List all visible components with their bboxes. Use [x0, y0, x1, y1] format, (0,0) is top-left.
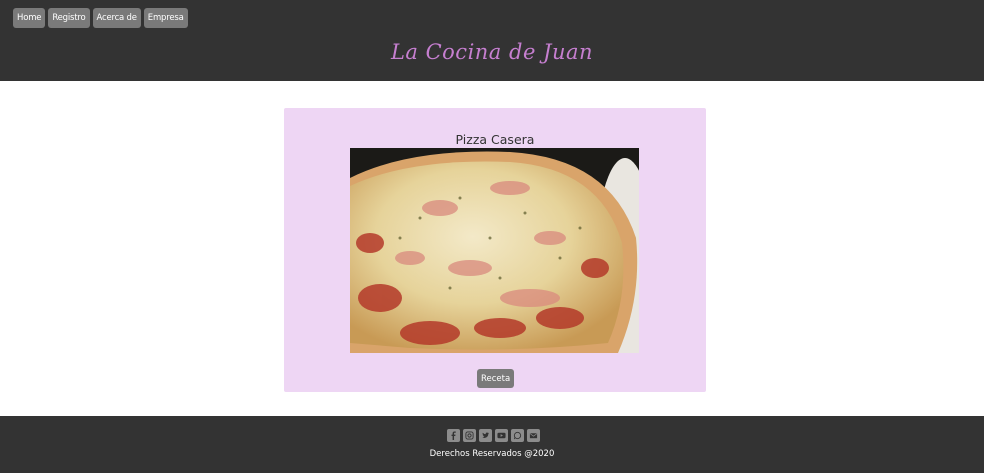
youtube-icon[interactable]	[495, 429, 508, 442]
facebook-icon[interactable]	[447, 429, 460, 442]
pizza-illustration	[350, 148, 639, 353]
nav-registro-button[interactable]: Registro	[48, 8, 90, 28]
social-links	[447, 429, 540, 442]
nav-empresa-button[interactable]: Empresa	[143, 8, 188, 28]
pizza-photo	[350, 148, 639, 353]
copyright-text: Derechos Reservados @2020	[429, 449, 555, 459]
email-icon[interactable]	[527, 429, 540, 442]
main-content: Pizza Casera Receta	[0, 81, 984, 416]
site-footer: Derechos Reservados @2020	[0, 416, 984, 473]
recipe-card: Pizza Casera Receta	[284, 108, 706, 392]
main-nav: Home Registro Acerca de Empresa	[13, 8, 188, 28]
recipe-title: Pizza Casera	[455, 132, 535, 147]
nav-acerca-button[interactable]: Acerca de	[92, 8, 141, 28]
instagram-icon[interactable]	[463, 429, 476, 442]
site-header: Home Registro Acerca de Empresa La Cocin…	[0, 0, 984, 81]
recipe-button[interactable]: Receta	[477, 369, 515, 388]
whatsapp-icon[interactable]	[511, 429, 524, 442]
site-title: La Cocina de Juan	[390, 40, 594, 64]
twitter-icon[interactable]	[479, 429, 492, 442]
nav-home-button[interactable]: Home	[13, 8, 46, 28]
